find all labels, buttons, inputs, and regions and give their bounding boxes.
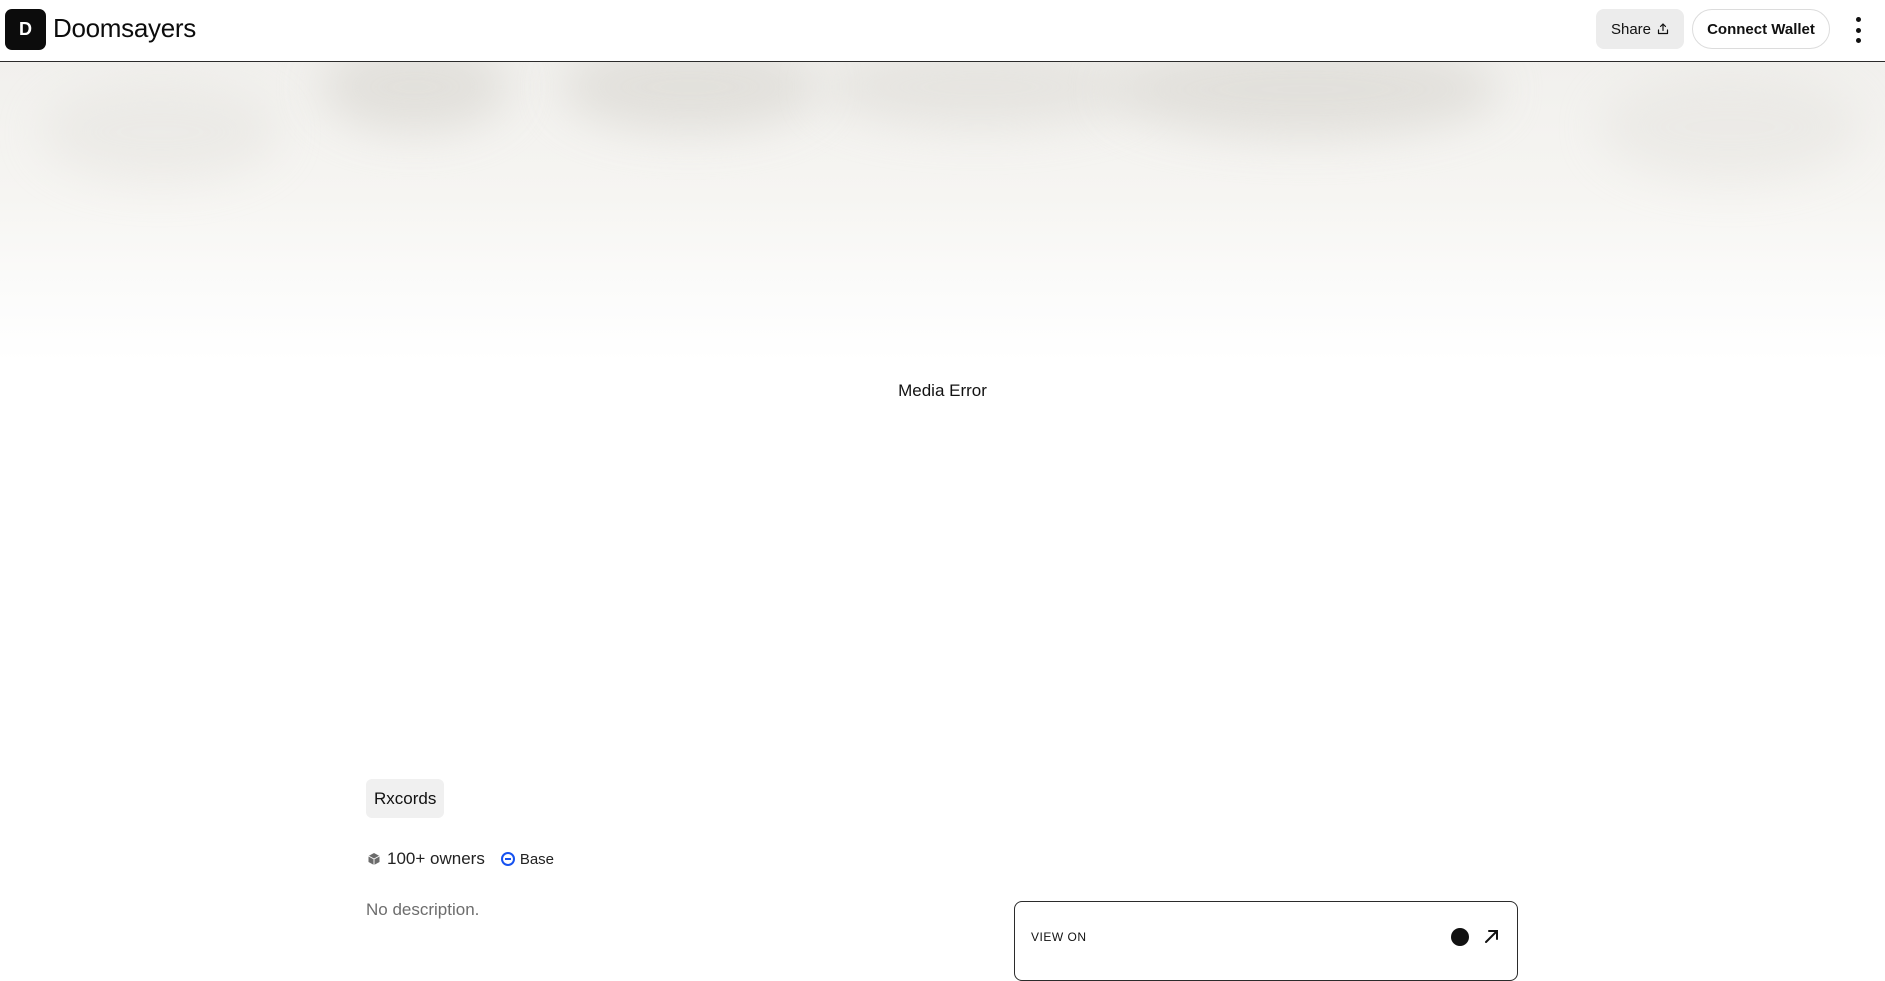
connect-wallet-button[interactable]: Connect Wallet [1692,9,1830,49]
hero-blur-shape [320,62,510,132]
chain-label: Base [519,850,555,868]
view-on-card: VIEW ON [1014,901,1518,981]
share-icon [1657,23,1669,35]
collection-description: No description. [366,900,480,919]
hero-blur-shape [1110,62,1500,137]
view-on-label: VIEW ON [1031,930,1087,944]
more-options-icon[interactable] [1848,17,1868,43]
explorer-icon[interactable] [1483,928,1501,946]
hero-banner [0,62,1885,362]
media-error-text: Media Error [898,381,987,400]
cube-icon [368,853,380,865]
hero-blur-shape [1600,72,1860,182]
brand-name[interactable]: Doomsayers [53,12,196,44]
hero-blur-shape [820,62,1140,127]
collection-tag[interactable]: Rxcords [366,779,445,818]
base-chain-icon [500,852,515,866]
chain-badge[interactable]: Base [500,850,555,868]
share-button[interactable]: Share [1596,9,1684,49]
marketplace-icon[interactable] [1451,928,1469,946]
top-header: D Doomsayers Share Connect Wallet [0,0,1885,62]
owners-label: 100+ owners [387,849,485,868]
brand-logo[interactable]: D [5,9,46,50]
owners-count[interactable]: 100+ owners [367,849,485,869]
collection-tag-label: Rxcords [374,788,437,808]
brand-logo-letter: D [19,19,32,39]
collection-meta: 100+ owners Base [367,848,554,870]
hero-blur-shape [40,82,280,182]
hero-blur-shape [560,62,820,132]
share-button-label: Share [1610,20,1652,38]
